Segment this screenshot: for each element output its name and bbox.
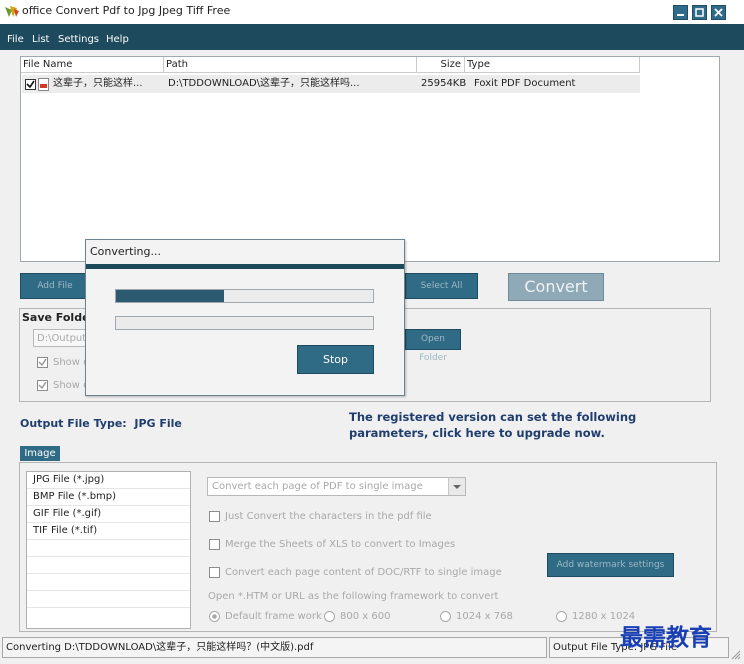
open-folder-button[interactable]: Open Folder xyxy=(405,329,461,363)
menu-help[interactable]: Help xyxy=(106,34,129,45)
convert-mode-select[interactable]: Convert each page of PDF to single image xyxy=(207,477,466,496)
status-converting: Converting D:\TDDOWNLOAD\这辈子，只能这样吗？(中文版)… xyxy=(2,637,547,658)
frame-1024x768-label: 1024 x 768 xyxy=(456,611,513,622)
show-option-2-label: Show c xyxy=(53,380,89,391)
stop-button[interactable]: Stop xyxy=(297,345,374,374)
menu-list[interactable]: List xyxy=(32,34,49,45)
chevron-down-icon xyxy=(448,478,465,495)
resize-grip-icon[interactable] xyxy=(729,648,741,663)
show-option-1-checkbox[interactable] xyxy=(37,357,48,368)
upgrade-message-link[interactable]: The registered version can set the follo… xyxy=(349,409,669,441)
progress-fill-file xyxy=(116,290,224,302)
output-type-value: JPG File xyxy=(134,417,182,430)
format-list-empty-row xyxy=(27,591,190,608)
just-convert-characters-checkbox[interactable] xyxy=(209,511,220,522)
add-file-button[interactable]: Add File xyxy=(20,273,90,299)
dialog-title: Converting... xyxy=(90,245,161,258)
upgrade-message-line-1: The registered version can set the follo… xyxy=(349,410,637,424)
save-folder-path-value: D:\Output xyxy=(37,333,87,344)
window-title: office Convert Pdf to Jpg Jpeg Tiff Free xyxy=(22,4,231,17)
watermark-logo: 最需教育 xyxy=(620,624,712,651)
convert-button[interactable]: Convert xyxy=(508,273,604,301)
upgrade-message-line-2: parameters, click here to upgrade now. xyxy=(349,426,605,440)
format-item-tif[interactable]: TIF File (*.tif) xyxy=(27,523,190,540)
frame-800x600-label: 800 x 600 xyxy=(340,611,391,622)
app-icon xyxy=(4,5,20,19)
file-name-cell: 这辈子，只能这样... xyxy=(53,78,143,89)
menu-settings[interactable]: Settings xyxy=(58,34,99,45)
format-item-gif[interactable]: GIF File (*.gif) xyxy=(27,506,190,523)
column-header-path[interactable]: Path xyxy=(164,57,417,73)
file-list[interactable]: File Name Path Size Type 这辈子，只能这样... D:\… xyxy=(20,56,720,262)
format-item-jpg[interactable]: JPG File (*.jpg) xyxy=(27,472,190,489)
format-list[interactable]: JPG File (*.jpg) BMP File (*.bmp) GIF Fi… xyxy=(26,471,191,629)
save-folder-path-input[interactable]: D:\Output xyxy=(33,329,93,347)
pdf-file-icon xyxy=(38,78,50,94)
column-header-file-name[interactable]: File Name xyxy=(21,57,164,73)
convert-mode-value: Convert each page of PDF to single image xyxy=(212,481,423,492)
format-list-empty-row xyxy=(27,540,190,557)
output-type-label: Output File Type: JPG File xyxy=(20,417,182,430)
row-checkbox[interactable] xyxy=(25,79,36,90)
file-size-cell: 25954KB xyxy=(421,78,467,89)
menu-file[interactable]: File xyxy=(7,34,24,45)
show-option-1-label: Show c xyxy=(53,357,89,368)
frame-default-radio[interactable] xyxy=(209,611,220,622)
format-list-empty-row xyxy=(27,557,190,574)
doc-rtf-single-image-label: Convert each page content of DOC/RTF to … xyxy=(225,567,502,578)
format-item-bmp[interactable]: BMP File (*.bmp) xyxy=(27,489,190,506)
merge-xls-sheets-label: Merge the Sheets of XLS to convert to Im… xyxy=(225,539,456,550)
frame-800x600-radio[interactable] xyxy=(324,611,335,622)
just-convert-characters-label: Just Convert the characters in the pdf f… xyxy=(225,511,432,522)
file-type-cell: Foxit PDF Document xyxy=(474,78,576,89)
select-all-button[interactable]: Select All xyxy=(405,273,478,299)
frame-default-label: Default frame work xyxy=(225,611,322,622)
progress-bar-file xyxy=(115,289,374,303)
maximize-button[interactable] xyxy=(692,5,707,20)
dialog-header-bar xyxy=(86,264,404,269)
doc-rtf-single-image-checkbox[interactable] xyxy=(209,567,220,578)
merge-xls-sheets-checkbox[interactable] xyxy=(209,539,220,550)
column-header-type[interactable]: Type xyxy=(465,57,640,73)
file-path-cell: D:\TDDOWNLOAD\这辈子，只能这样吗... xyxy=(168,78,360,89)
minimize-button[interactable] xyxy=(673,5,688,20)
watermark-settings-button[interactable]: Add watermark settings xyxy=(547,553,674,577)
output-type-caption: Output File Type: xyxy=(20,417,127,430)
show-option-2-checkbox[interactable] xyxy=(37,380,48,391)
column-header-size[interactable]: Size xyxy=(417,57,465,73)
close-button[interactable] xyxy=(711,5,726,20)
progress-bar-total xyxy=(115,316,374,330)
tab-image[interactable]: Image xyxy=(20,446,60,461)
open-htm-label: Open *.HTM or URL as the following frame… xyxy=(208,591,499,602)
frame-1280x1024-radio[interactable] xyxy=(556,611,567,622)
format-list-empty-row xyxy=(27,574,190,591)
frame-1024x768-radio[interactable] xyxy=(440,611,451,622)
